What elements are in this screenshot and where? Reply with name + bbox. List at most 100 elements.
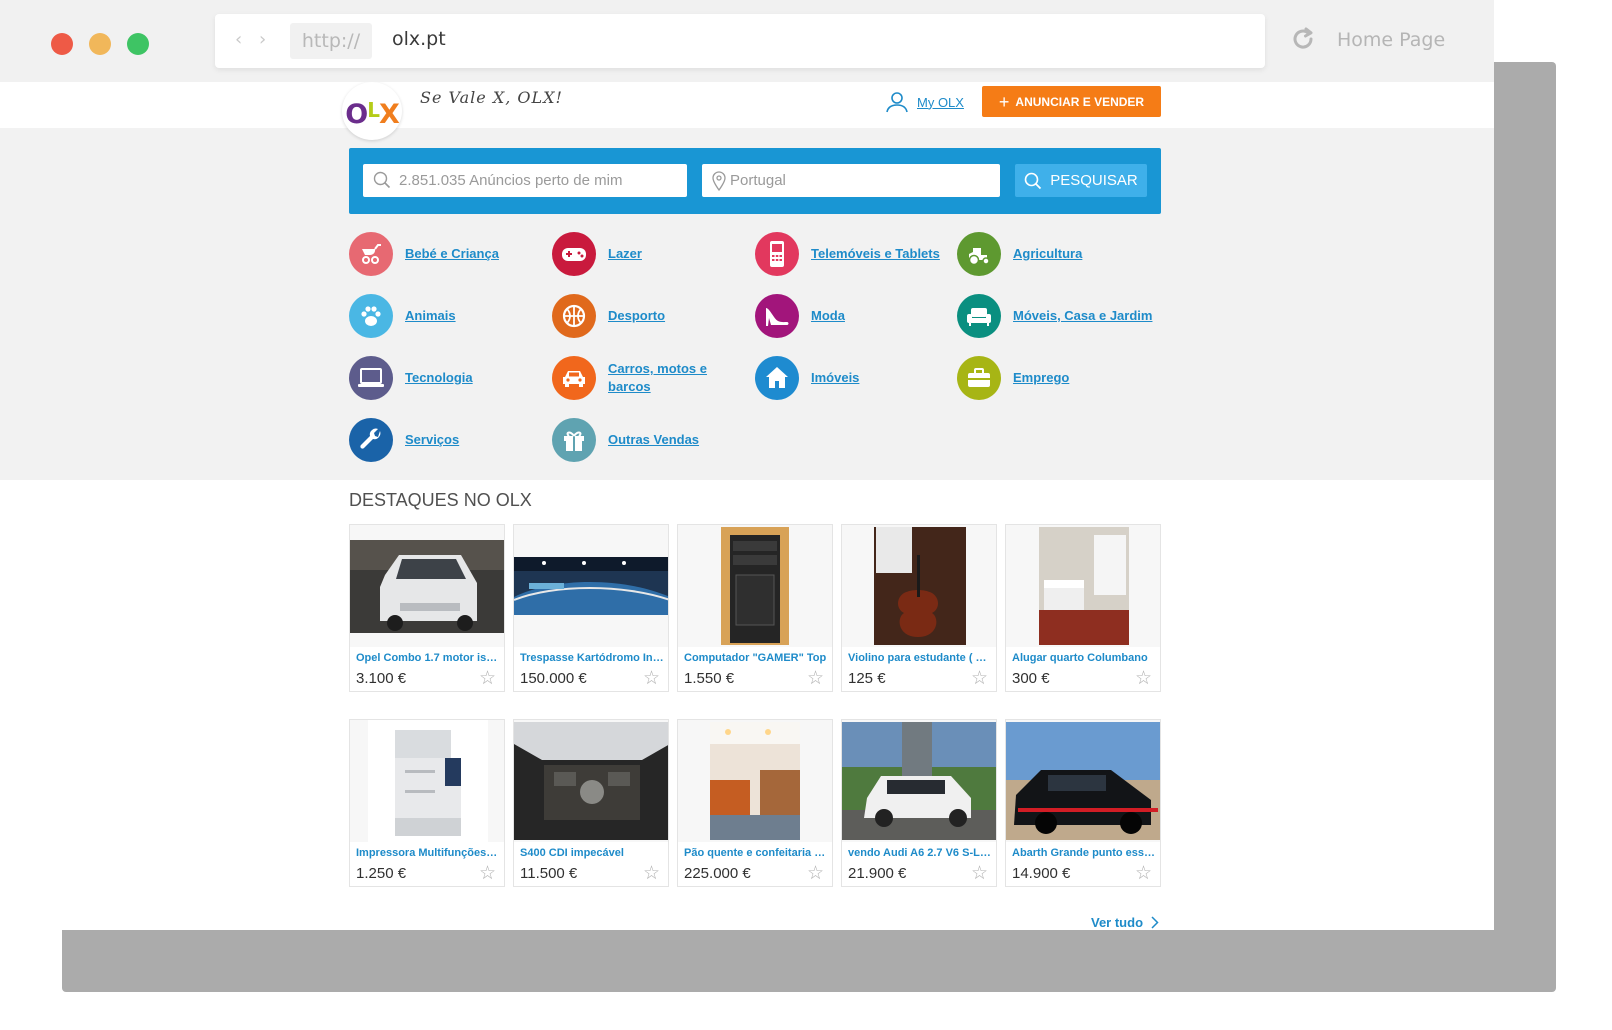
- see-all-link[interactable]: Ver tudo: [1091, 915, 1159, 930]
- listing-card[interactable]: Trespasse Kartódromo Indoor 150.000 € ☆: [513, 524, 669, 692]
- category-item[interactable]: Telemóveis e Tablets: [755, 232, 955, 276]
- category-item[interactable]: Tecnologia: [349, 356, 549, 400]
- heel-icon: [755, 294, 799, 338]
- maximize-window-button[interactable]: [127, 33, 149, 55]
- pc-tower-photo[interactable]: [678, 525, 832, 647]
- listing-card[interactable]: Violino para estudante ( 1/2 ) 125 € ☆: [841, 524, 997, 692]
- logo-letter-o: O: [345, 99, 368, 130]
- forward-icon[interactable]: ›: [259, 31, 266, 49]
- search-bar: 2.851.035 Anúncios perto de mim Portugal…: [349, 148, 1161, 214]
- search-placeholder: 2.851.035 Anúncios perto de mim: [399, 172, 623, 189]
- bakery-photo[interactable]: [678, 720, 832, 842]
- slogan: Se Vale X, OLX!: [420, 88, 563, 107]
- listing-title[interactable]: Abarth Grande punto esseesse: [1012, 847, 1156, 859]
- listing-card[interactable]: Pão quente e confeitaria - trespasse 225.…: [677, 719, 833, 887]
- listing-title[interactable]: Pão quente e confeitaria - trespasse: [684, 847, 828, 859]
- my-olx-link[interactable]: My OLX: [885, 90, 964, 114]
- category-item[interactable]: Lazer: [552, 232, 752, 276]
- star-icon[interactable]: ☆: [1135, 668, 1152, 688]
- search-input[interactable]: 2.851.035 Anúncios perto de mim: [363, 164, 687, 197]
- address-bar[interactable]: ‹ › http:// olx.pt: [215, 14, 1265, 68]
- violin-photo[interactable]: [842, 525, 996, 647]
- listing-price: 225.000 €: [684, 865, 751, 882]
- star-icon[interactable]: ☆: [643, 668, 660, 688]
- listing-title[interactable]: Violino para estudante ( 1/2 ): [848, 652, 992, 664]
- category-label: Desporto: [608, 308, 666, 323]
- printer-photo[interactable]: [350, 720, 504, 842]
- location-input[interactable]: Portugal: [702, 164, 1000, 197]
- minimize-window-button[interactable]: [89, 33, 111, 55]
- listing-price: 3.100 €: [356, 670, 407, 687]
- category-label: Imóveis: [811, 370, 860, 385]
- star-icon[interactable]: ☆: [1135, 863, 1152, 883]
- logo-letter-x: X: [378, 99, 400, 130]
- back-icon[interactable]: ‹: [235, 31, 242, 49]
- category-item[interactable]: Desporto: [552, 294, 752, 338]
- paw-icon: [349, 294, 393, 338]
- category-label: Carros, motos e barcos: [608, 361, 707, 394]
- category-item[interactable]: Móveis, Casa e Jardim: [957, 294, 1157, 338]
- listing-title[interactable]: Computador "GAMER" Top: [684, 652, 828, 664]
- user-icon: [886, 92, 908, 113]
- listing-card[interactable]: Opel Combo 1.7 motor isuzu 3.100 € ☆: [349, 524, 505, 692]
- listing-title[interactable]: S400 CDI impecável: [520, 847, 664, 859]
- location-placeholder: Portugal: [730, 172, 786, 189]
- star-icon[interactable]: ☆: [479, 668, 496, 688]
- category-label: Serviços: [405, 432, 460, 447]
- category-item[interactable]: Carros, motos e barcos: [552, 356, 752, 400]
- audi-photo[interactable]: [842, 720, 996, 842]
- reload-icon[interactable]: [1290, 26, 1316, 52]
- star-icon[interactable]: ☆: [807, 863, 824, 883]
- search-icon: [1024, 172, 1042, 189]
- url-text[interactable]: olx.pt: [392, 28, 446, 50]
- listing-title[interactable]: Opel Combo 1.7 motor isuzu: [356, 652, 500, 664]
- category-label: Moda: [811, 308, 845, 323]
- home-page-link[interactable]: Home Page: [1337, 29, 1445, 51]
- engine-photo[interactable]: [514, 720, 668, 842]
- star-icon[interactable]: ☆: [971, 863, 988, 883]
- listing-card[interactable]: S400 CDI impecável 11.500 € ☆: [513, 719, 669, 887]
- bedroom-photo[interactable]: [1006, 525, 1160, 647]
- category-item[interactable]: Moda: [755, 294, 955, 338]
- search-button[interactable]: PESQUISAR: [1015, 164, 1147, 197]
- star-icon[interactable]: ☆: [479, 863, 496, 883]
- category-item[interactable]: Agricultura: [957, 232, 1157, 276]
- close-window-button[interactable]: [51, 33, 73, 55]
- category-item[interactable]: Serviços: [349, 418, 549, 462]
- listing-card[interactable]: Impressora Multifunções Xerox 1.250 € ☆: [349, 719, 505, 887]
- listing-title[interactable]: Trespasse Kartódromo Indoor: [520, 652, 664, 664]
- star-icon[interactable]: ☆: [971, 668, 988, 688]
- plus-icon: +: [998, 91, 1010, 112]
- listing-price: 1.550 €: [684, 670, 735, 687]
- olx-logo[interactable]: OLX: [342, 82, 402, 140]
- listing-card[interactable]: Abarth Grande punto esseesse 14.900 € ☆: [1005, 719, 1161, 887]
- sell-button[interactable]: + ANUNCIAR E VENDER: [982, 86, 1161, 117]
- ball-icon: [552, 294, 596, 338]
- listing-title[interactable]: vendo Audi A6 2.7 V6 S-Line: [848, 847, 992, 859]
- tractor-icon: [957, 232, 1001, 276]
- star-icon[interactable]: ☆: [643, 863, 660, 883]
- star-icon[interactable]: ☆: [807, 668, 824, 688]
- listing-price: 125 €: [848, 670, 886, 687]
- briefcase-icon: [957, 356, 1001, 400]
- browser-window: ‹ › http:// olx.pt Home Page OLX Se Vale…: [0, 0, 1494, 930]
- white-van-photo[interactable]: [350, 525, 504, 647]
- abarth-photo[interactable]: [1006, 720, 1160, 842]
- kart-track-photo[interactable]: [514, 525, 668, 647]
- listing-card[interactable]: Alugar quarto Columbano 300 € ☆: [1005, 524, 1161, 692]
- category-label: Animais: [405, 308, 456, 323]
- listing-card[interactable]: Computador "GAMER" Top 1.550 € ☆: [677, 524, 833, 692]
- listing-title[interactable]: Impressora Multifunções Xerox: [356, 847, 500, 859]
- search-button-label: PESQUISAR: [1050, 172, 1138, 189]
- category-item[interactable]: Emprego: [957, 356, 1157, 400]
- category-item[interactable]: Imóveis: [755, 356, 955, 400]
- house-icon: [755, 356, 799, 400]
- listing-price: 150.000 €: [520, 670, 587, 687]
- listing-price: 11.500 €: [520, 865, 578, 882]
- listing-card[interactable]: vendo Audi A6 2.7 V6 S-Line 21.900 € ☆: [841, 719, 997, 887]
- listing-title[interactable]: Alugar quarto Columbano: [1012, 652, 1156, 664]
- category-item[interactable]: Bebé e Criança: [349, 232, 549, 276]
- gamepad-icon: [552, 232, 596, 276]
- category-item[interactable]: Animais: [349, 294, 549, 338]
- category-item[interactable]: Outras Vendas: [552, 418, 752, 462]
